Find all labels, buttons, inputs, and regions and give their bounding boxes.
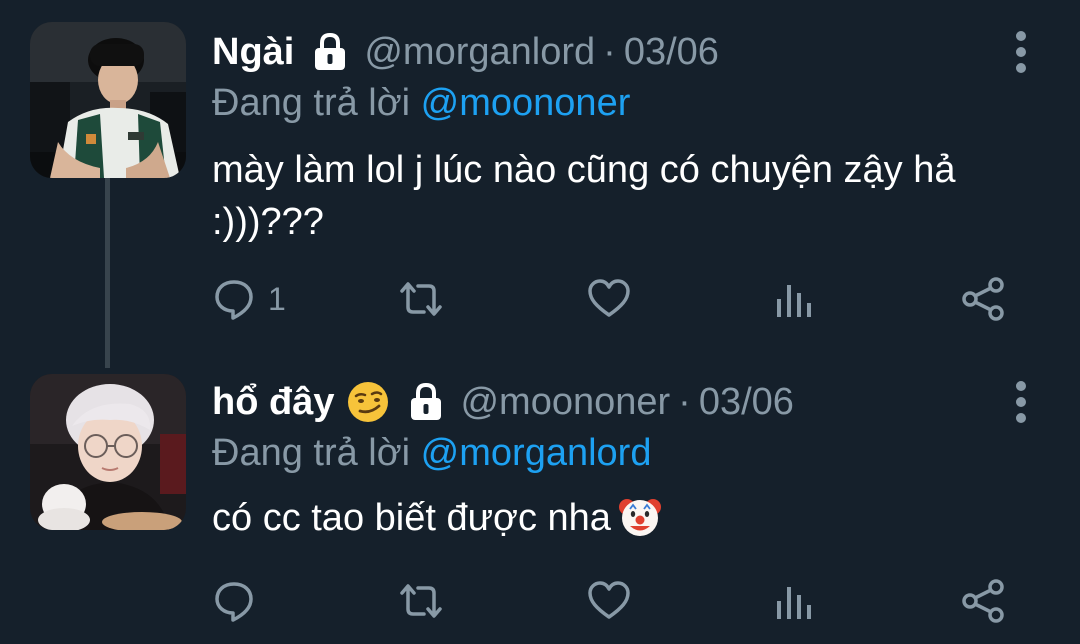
action-bar: 1 <box>212 274 1012 324</box>
reply-icon <box>215 582 253 622</box>
tweet-text-container: có cc tao biết được nha <box>212 492 1012 544</box>
display-name[interactable]: hổ đây <box>212 381 334 424</box>
display-name[interactable]: Ngài <box>212 31 294 74</box>
thread-connector-line <box>105 178 110 368</box>
clown-face-emoji <box>617 493 663 539</box>
tweet-text: mày làm lol j lúc nào cũng có chuyện zậy… <box>212 149 956 243</box>
retweet-icon <box>400 282 442 316</box>
retweet-button[interactable] <box>396 576 446 626</box>
tweet-header: hổ đây @moononer · 03/06 <box>212 372 794 432</box>
replying-to-line: Đang trả lời @morganlord <box>212 432 651 475</box>
more-vertical-icon[interactable] <box>1014 30 1028 74</box>
analytics-icon <box>777 587 811 619</box>
analytics-button[interactable] <box>774 274 814 324</box>
like-icon <box>588 279 630 317</box>
replying-mention[interactable]: @moononer <box>421 82 631 124</box>
tweet[interactable]: hổ đây @moononer · 03/06 Đang trả lời @m… <box>0 362 1080 644</box>
like-icon <box>588 581 630 619</box>
retweet-button[interactable] <box>396 274 446 324</box>
reply-count: 1 <box>268 280 286 317</box>
analytics-icon <box>777 285 811 317</box>
tweet-header: Ngài @morganlord · 03/06 <box>212 22 719 82</box>
action-bar <box>212 576 1012 626</box>
like-button[interactable] <box>586 576 632 626</box>
separator-dot: · <box>678 380 691 423</box>
analytics-button[interactable] <box>774 576 814 626</box>
share-button[interactable] <box>960 274 1006 324</box>
replying-mention[interactable]: @morganlord <box>421 432 652 474</box>
reply-button[interactable]: 1 <box>212 274 286 324</box>
lock-icon <box>404 380 448 424</box>
timestamp[interactable]: 03/06 <box>699 381 794 424</box>
conversation-thread: Ngài @morganlord · 03/06 Đang trả lời @m… <box>0 0 1080 644</box>
like-button[interactable] <box>586 274 632 324</box>
share-button[interactable] <box>960 576 1006 626</box>
avatar[interactable] <box>30 22 186 178</box>
replying-prefix: Đang trả lời <box>212 82 411 124</box>
replying-to-line: Đang trả lời @moononer <box>212 82 630 125</box>
avatar[interactable] <box>30 374 186 530</box>
share-icon <box>962 277 1004 321</box>
smirking-face-emoji <box>346 380 390 424</box>
replying-prefix: Đang trả lời <box>212 432 411 474</box>
more-vertical-icon[interactable] <box>1014 380 1028 424</box>
share-icon <box>962 579 1004 623</box>
reply-icon <box>215 280 253 320</box>
handle[interactable]: @morganlord <box>364 31 595 74</box>
retweet-icon <box>400 584 442 618</box>
reply-button[interactable] <box>212 576 268 626</box>
separator-dot: · <box>603 30 616 73</box>
handle[interactable]: @moononer <box>460 381 670 424</box>
tweet[interactable]: Ngài @morganlord · 03/06 Đang trả lời @m… <box>0 0 1080 368</box>
timestamp[interactable]: 03/06 <box>624 31 719 74</box>
lock-icon <box>308 30 352 74</box>
tweet-text: có cc tao biết được nha <box>212 497 611 539</box>
